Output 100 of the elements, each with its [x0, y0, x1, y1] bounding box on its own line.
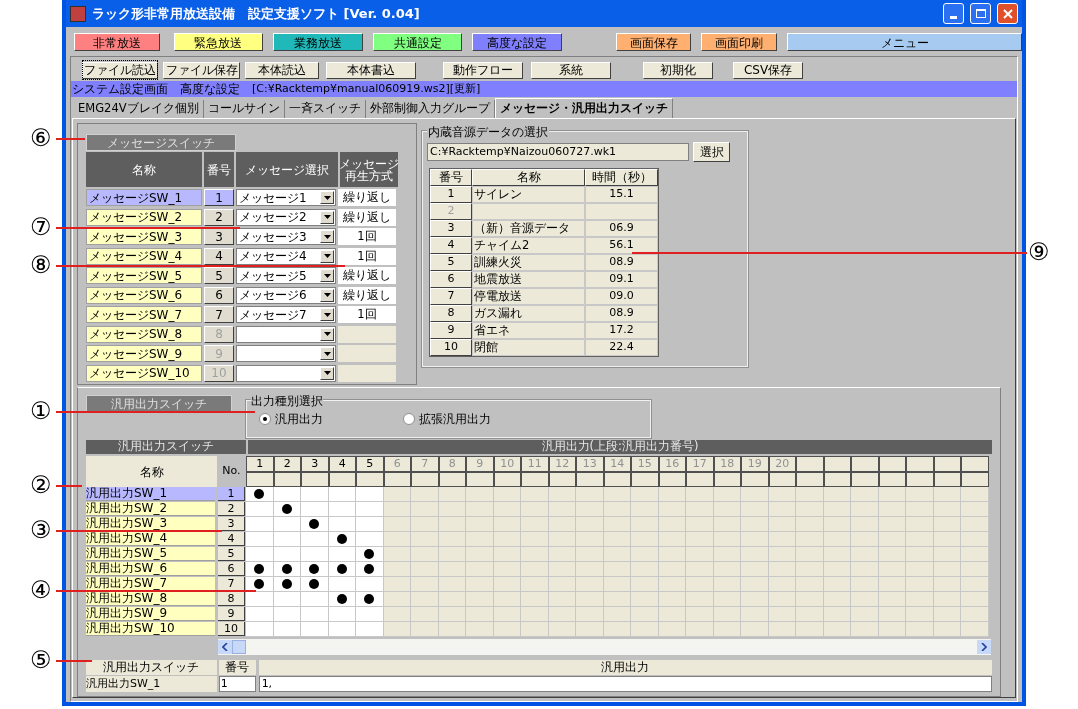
output-cell[interactable]: [493, 577, 521, 592]
message-dropdown[interactable]: メッセージ4: [236, 247, 336, 265]
output-cell[interactable]: [658, 592, 686, 607]
scroll-left-button[interactable]: [218, 640, 232, 654]
output-cell[interactable]: [768, 547, 796, 562]
switch-name-cell[interactable]: メッセージSW_7: [86, 306, 202, 324]
output-cell[interactable]: [383, 562, 411, 577]
output-cell[interactable]: [576, 547, 604, 562]
output-cell[interactable]: [796, 517, 824, 532]
output-cell[interactable]: [823, 607, 851, 622]
radio-button[interactable]: [403, 413, 415, 425]
output-cell[interactable]: [631, 622, 659, 637]
output-cell[interactable]: [768, 532, 796, 547]
output-cell[interactable]: [328, 517, 356, 532]
output-cell[interactable]: [521, 487, 549, 502]
toolbar-button[interactable]: CSV保存: [733, 61, 803, 79]
output-cell[interactable]: [906, 577, 934, 592]
output-cell[interactable]: [246, 592, 274, 607]
output-cell[interactable]: [383, 502, 411, 517]
output-cell[interactable]: [328, 607, 356, 622]
message-dropdown[interactable]: メッセージ1: [236, 189, 336, 207]
output-cell[interactable]: [796, 532, 824, 547]
scroll-right-button[interactable]: [977, 640, 991, 654]
output-cell[interactable]: [686, 577, 714, 592]
output-cell[interactable]: [273, 517, 301, 532]
output-cell[interactable]: [383, 607, 411, 622]
output-cell[interactable]: [383, 592, 411, 607]
output-cell[interactable]: [741, 502, 769, 517]
output-cell[interactable]: [576, 532, 604, 547]
output-cell[interactable]: [906, 502, 934, 517]
output-cell[interactable]: [493, 487, 521, 502]
output-cell[interactable]: [301, 502, 329, 517]
output-cell[interactable]: [438, 622, 466, 637]
nav-button[interactable]: メニュー: [787, 33, 1022, 52]
output-cell[interactable]: [878, 517, 906, 532]
output-cell[interactable]: [603, 592, 631, 607]
output-cell[interactable]: [768, 517, 796, 532]
nav-button[interactable]: 緊急放送: [173, 33, 264, 52]
output-cell[interactable]: [658, 517, 686, 532]
output-cell[interactable]: [246, 517, 274, 532]
output-cell[interactable]: [548, 607, 576, 622]
output-cell[interactable]: [273, 487, 301, 502]
output-cell[interactable]: [328, 547, 356, 562]
output-cell[interactable]: [328, 532, 356, 547]
switch-name-cell[interactable]: メッセージSW_8: [86, 325, 202, 343]
output-cell[interactable]: [356, 622, 384, 637]
output-cell[interactable]: [466, 502, 494, 517]
output-cell[interactable]: [796, 502, 824, 517]
output-cell[interactable]: [603, 562, 631, 577]
output-cell[interactable]: [713, 577, 741, 592]
switch-name-cell[interactable]: メッセージSW_6: [86, 286, 202, 304]
switch-name-cell[interactable]: 汎用出力SW_5: [86, 547, 215, 561]
output-cell[interactable]: [576, 592, 604, 607]
output-cell[interactable]: [741, 532, 769, 547]
output-cell[interactable]: [548, 622, 576, 637]
output-cell[interactable]: [603, 487, 631, 502]
output-cell[interactable]: [466, 622, 494, 637]
output-cell[interactable]: [301, 517, 329, 532]
output-cell[interactable]: [851, 487, 879, 502]
output-cell[interactable]: [356, 532, 384, 547]
output-cell[interactable]: [796, 622, 824, 637]
output-cell[interactable]: [713, 487, 741, 502]
output-cell[interactable]: [768, 487, 796, 502]
output-cell[interactable]: [603, 532, 631, 547]
output-cell[interactable]: [851, 517, 879, 532]
output-cell[interactable]: [438, 577, 466, 592]
output-cell[interactable]: [933, 502, 961, 517]
output-cell[interactable]: [576, 607, 604, 622]
output-cell[interactable]: [878, 487, 906, 502]
output-cell[interactable]: [246, 487, 274, 502]
message-dropdown[interactable]: [236, 325, 336, 343]
output-cell[interactable]: [961, 562, 989, 577]
message-dropdown[interactable]: メッセージ3: [236, 228, 336, 246]
nav-button[interactable]: 業務放送: [273, 33, 363, 52]
output-cell[interactable]: [658, 577, 686, 592]
output-cell[interactable]: [878, 547, 906, 562]
output-cell[interactable]: [631, 487, 659, 502]
output-cell[interactable]: [823, 577, 851, 592]
output-cell[interactable]: [961, 607, 989, 622]
output-cell[interactable]: [301, 532, 329, 547]
output-cell[interactable]: [851, 577, 879, 592]
close-button[interactable]: [997, 3, 1018, 25]
output-cell[interactable]: [906, 562, 934, 577]
output-cell[interactable]: [631, 517, 659, 532]
output-cell[interactable]: [631, 547, 659, 562]
output-cell[interactable]: [933, 577, 961, 592]
switch-name-cell[interactable]: メッセージSW_9: [86, 345, 202, 363]
toolbar-button[interactable]: 本体書込: [326, 61, 416, 79]
nav-button[interactable]: 画面印刷: [701, 33, 778, 52]
path-field[interactable]: C:¥Racktemp¥Naizou060727.wk1: [427, 143, 689, 161]
output-cell[interactable]: [383, 622, 411, 637]
output-cell[interactable]: [466, 562, 494, 577]
output-cell[interactable]: [686, 622, 714, 637]
nav-button[interactable]: 高度な設定: [472, 33, 562, 52]
output-cell[interactable]: [851, 607, 879, 622]
horizontal-scrollbar[interactable]: [218, 639, 991, 655]
output-cell[interactable]: [548, 577, 576, 592]
output-cell[interactable]: [851, 502, 879, 517]
output-cell[interactable]: [961, 622, 989, 637]
output-cell[interactable]: [466, 487, 494, 502]
